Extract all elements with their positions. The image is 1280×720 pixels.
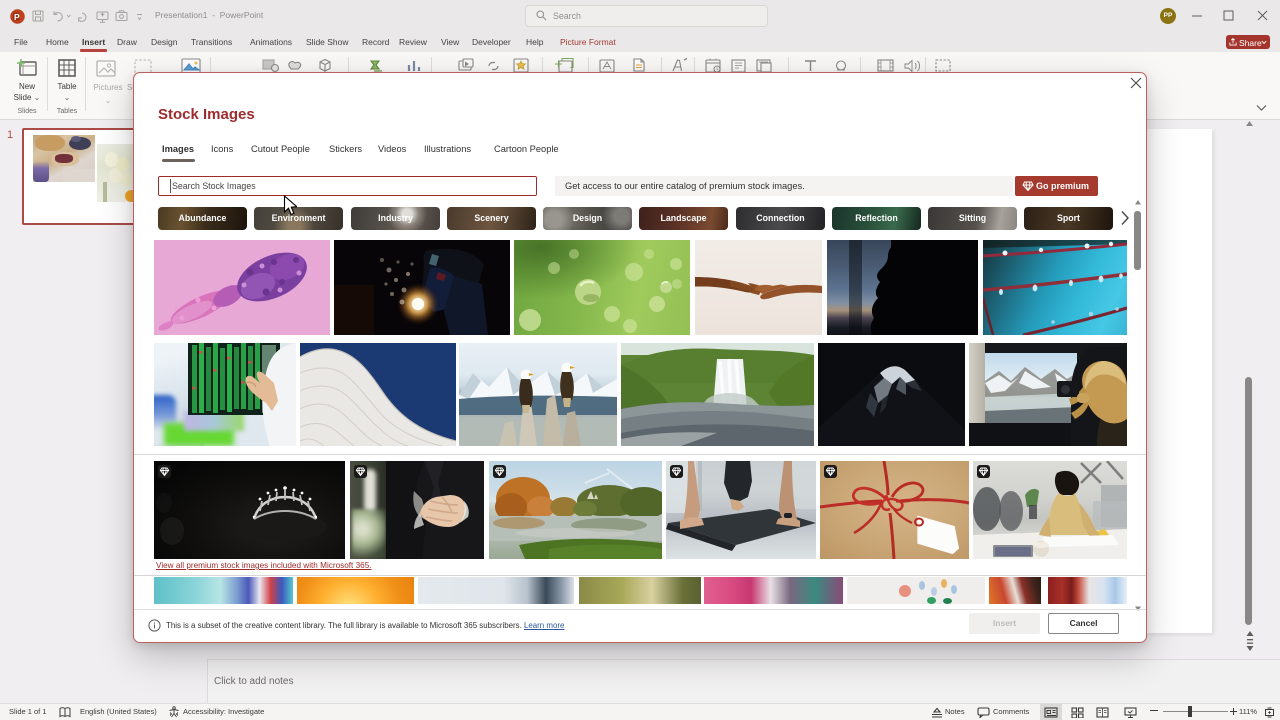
svg-text:P: P xyxy=(14,12,20,22)
